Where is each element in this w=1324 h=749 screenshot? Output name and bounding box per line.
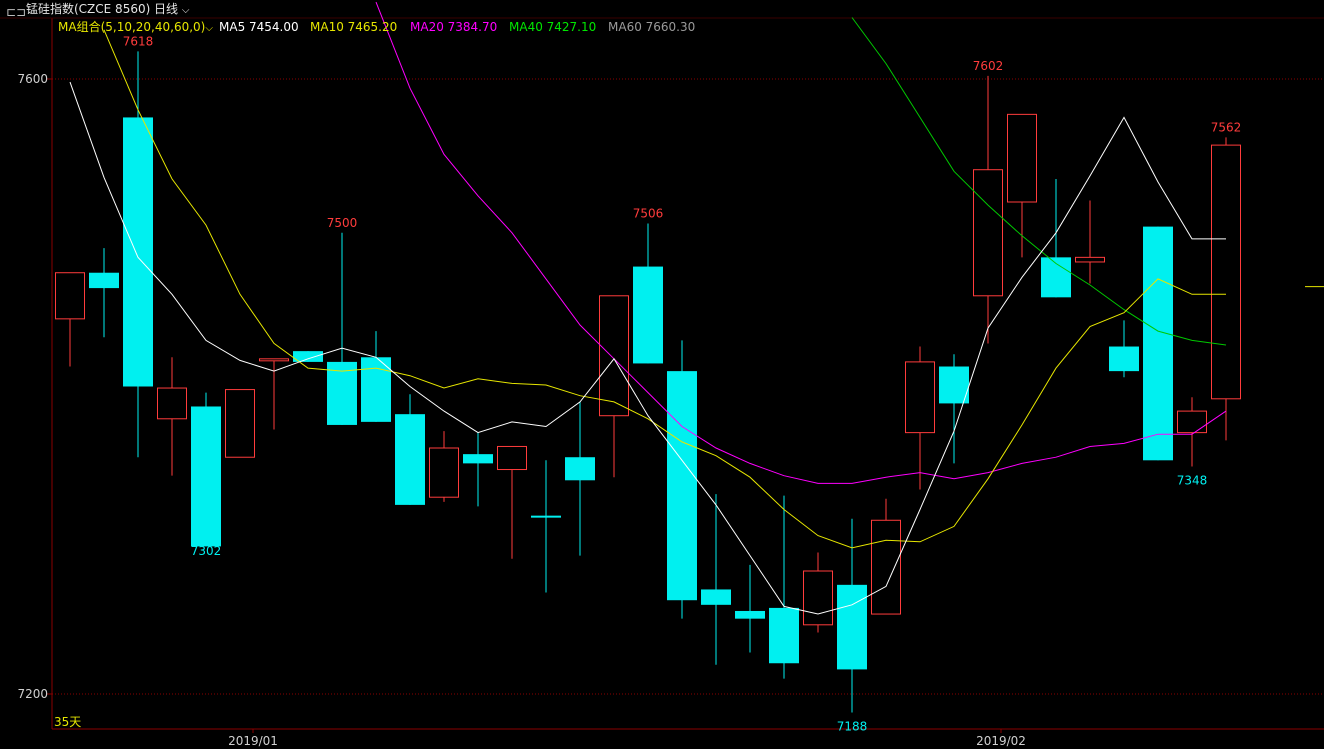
candle-body-down xyxy=(531,515,561,518)
ma20-legend: MA20 7384.70 xyxy=(410,20,498,34)
low-price-label: 7348 xyxy=(1177,473,1208,487)
ma-group-legend[interactable]: MA组合(5,10,20,40,60,0)⌵ xyxy=(58,20,213,36)
low-price-label: 7188 xyxy=(837,719,868,733)
y-tick-label: 7200 xyxy=(17,687,48,701)
ma40-legend: MA40 7427.10 xyxy=(509,20,597,34)
x-tick-label: 2019/02 xyxy=(976,734,1026,748)
candle-body-up xyxy=(157,387,187,420)
ma20-line xyxy=(375,1,1227,484)
candle-body-down xyxy=(191,406,221,547)
candle-body-up xyxy=(871,519,901,615)
candle-body-up xyxy=(1177,410,1207,434)
candle-body-down xyxy=(395,414,425,505)
high-price-label: 7602 xyxy=(973,59,1004,73)
candle-body-down xyxy=(89,272,119,289)
low-price-label: 7302 xyxy=(191,544,222,558)
candle-body-up xyxy=(973,169,1003,297)
ma-group-label: MA组合(5,10,20,40,60,0) xyxy=(58,20,206,34)
candle-body-down xyxy=(837,584,867,670)
x-tick-label: 2019/01 xyxy=(228,734,278,748)
y-tick-label: 7600 xyxy=(17,72,48,86)
candle-body-down xyxy=(123,117,153,387)
ma10-legend: MA10 7465.20 xyxy=(310,20,398,34)
high-price-label: 7500 xyxy=(327,216,358,230)
high-price-label: 7506 xyxy=(633,207,664,221)
candle-body-up xyxy=(225,389,255,458)
candle-body-up xyxy=(1211,144,1241,400)
high-price-label: 7618 xyxy=(123,34,154,48)
ma60-legend: MA60 7660.30 xyxy=(608,20,696,34)
candle-body-up xyxy=(429,447,459,498)
high-price-label: 7562 xyxy=(1211,120,1242,134)
candlestick-chart[interactable]: 7200 7600 2019/01 2019/02 7618 7500 7506 7602 75… xyxy=(0,0,1324,749)
candle-body-down xyxy=(667,371,697,601)
candle-body-down xyxy=(633,266,663,364)
candle-body-up xyxy=(1075,256,1105,263)
candle-body-up xyxy=(803,570,833,626)
candle-body-down xyxy=(565,457,595,481)
candle-body-up xyxy=(55,272,85,320)
days-count-label: 35天 xyxy=(54,715,82,729)
candle-body-up xyxy=(1007,113,1037,203)
chevron-down-icon: ⌵ xyxy=(205,23,213,34)
candle-body-up xyxy=(599,295,629,417)
candle-body-down xyxy=(735,610,765,619)
candle-body-down xyxy=(701,589,731,605)
ma5-legend: MA5 7454.00 xyxy=(219,20,299,34)
candle-body-up xyxy=(259,358,289,362)
candle-body-up xyxy=(497,445,527,471)
candle-body-down xyxy=(1143,226,1173,461)
candle-body-down xyxy=(1109,346,1139,372)
candle-body-up xyxy=(905,361,935,434)
candle-body-down xyxy=(463,454,493,464)
candle-body-down xyxy=(769,607,799,664)
